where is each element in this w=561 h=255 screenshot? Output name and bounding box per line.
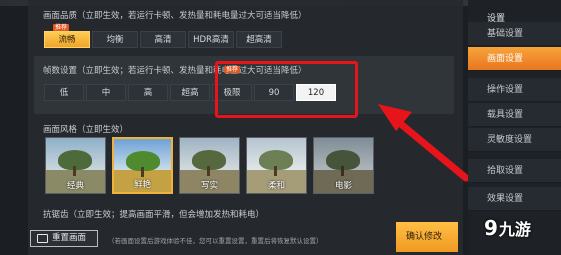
reset-note: （若画面设置后游戏体验不佳，您可以重置设置，重置后将恢复默认设置） xyxy=(108,237,323,245)
style-option-cinema[interactable]: 电影 xyxy=(313,137,374,194)
logo-mark: 9 xyxy=(484,216,498,240)
style-option-realistic[interactable]: 写实 xyxy=(179,137,240,194)
style-title: 画面风格（立即生效） xyxy=(43,125,129,135)
style-label: 电影 xyxy=(334,181,352,191)
reset-icon xyxy=(37,234,48,243)
jiuyou-logo: 9九游 xyxy=(484,216,531,240)
style-row: 经典 鲜艳 写实 柔和 电影 xyxy=(45,137,374,194)
sidebar-item-sensitivity[interactable]: 灵敏度设置 xyxy=(468,128,561,152)
sidebar-item-vehicle[interactable]: 载具设置 xyxy=(468,103,561,127)
sidebar-item-controls[interactable]: 操作设置 xyxy=(468,78,561,102)
logo-text: 九游 xyxy=(498,220,531,239)
style-label: 写实 xyxy=(200,181,218,191)
sidebar-item-basic[interactable]: 基础设置 xyxy=(468,22,561,46)
reset-label: 重置画面 xyxy=(52,233,87,243)
antialias-title: 抗锯齿（立即生效；提高画面平滑，但会增加发热和耗电） xyxy=(43,210,265,220)
style-label: 鲜艳 xyxy=(133,180,151,190)
reset-button[interactable]: 重置画面 xyxy=(30,230,98,247)
confirm-button[interactable]: 确认修改 xyxy=(396,222,458,252)
style-option-classic[interactable]: 经典 xyxy=(45,137,106,194)
style-option-soft[interactable]: 柔和 xyxy=(246,137,307,194)
sidebar-item-effects[interactable]: 效果设置 xyxy=(468,187,561,211)
sidebar-item-graphics[interactable]: 画面设置 xyxy=(468,47,561,71)
style-option-vivid[interactable]: 鲜艳 xyxy=(112,137,173,194)
style-label: 经典 xyxy=(66,181,84,191)
sidebar-item-pickup[interactable]: 拾取设置 xyxy=(468,159,561,183)
style-label: 柔和 xyxy=(267,181,285,191)
